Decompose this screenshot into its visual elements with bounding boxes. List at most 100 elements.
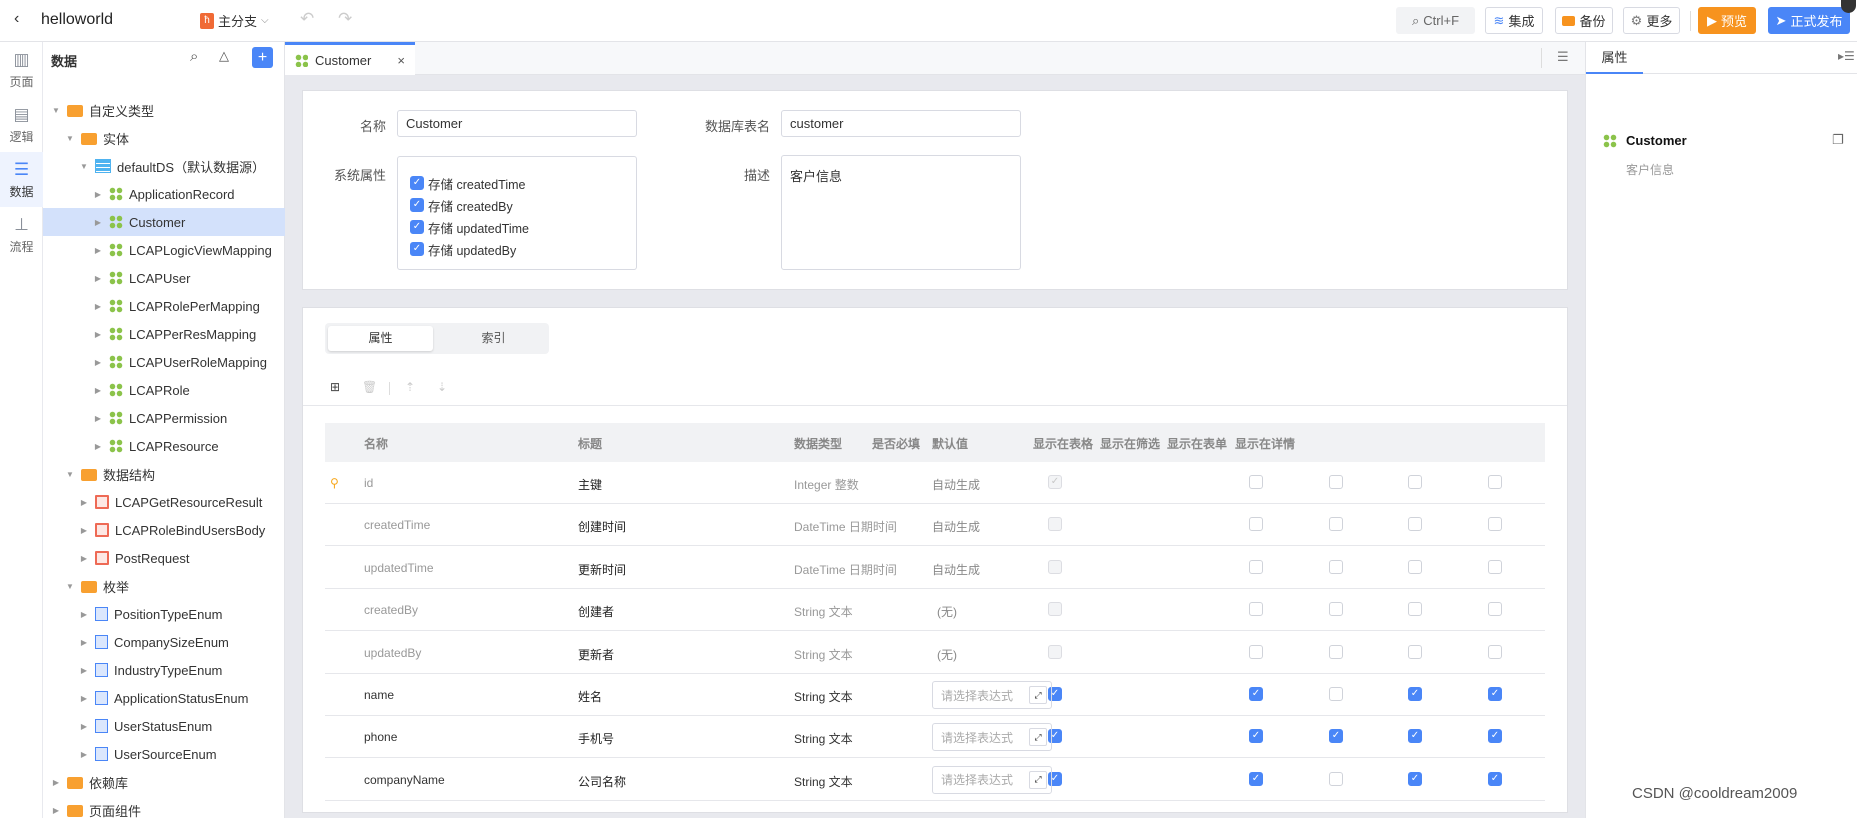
show-in-filter-checkbox[interactable]: ✓ xyxy=(1329,729,1343,744)
tree-item[interactable]: ▶ LCAPGetResourceResult xyxy=(43,488,285,516)
tree-item[interactable]: ▼ defaultDS（默认数据源） xyxy=(43,152,285,180)
relation-icon[interactable]: △ xyxy=(219,48,229,64)
show-in-table-checkbox[interactable] xyxy=(1249,559,1263,574)
show-in-detail-checkbox[interactable] xyxy=(1488,644,1502,659)
description-textarea[interactable]: 客户信息 xyxy=(781,155,1021,270)
show-in-detail-checkbox[interactable] xyxy=(1488,602,1502,617)
tree-item[interactable]: ▶ PositionTypeEnum xyxy=(43,600,285,628)
system-prop-checkbox[interactable]: ✓ 存储 updatedTime xyxy=(410,216,636,238)
preview-button[interactable]: ▶ 预览 xyxy=(1698,7,1756,34)
tree-item[interactable]: ▶ LCAPPerResMapping xyxy=(43,320,285,348)
caret-right-icon[interactable]: ▶ xyxy=(79,554,89,563)
show-in-filter-checkbox[interactable] xyxy=(1329,644,1343,659)
caret-right-icon[interactable]: ▶ xyxy=(93,358,103,367)
tree-item[interactable]: ▶ LCAPPermission xyxy=(43,404,285,432)
system-prop-checkbox[interactable]: ✓ 存储 updatedBy xyxy=(410,238,636,260)
table-name-input[interactable]: customer xyxy=(781,110,1021,137)
tree-item[interactable]: ▶ LCAPRole xyxy=(43,376,285,404)
subtab-index[interactable]: 索引 xyxy=(441,326,546,351)
rail-item-2[interactable]: ☰ 数据 xyxy=(0,152,43,207)
caret-right-icon[interactable]: ▶ xyxy=(79,638,89,647)
publish-button[interactable]: ➤ 正式发布 xyxy=(1768,7,1850,34)
tree-item[interactable]: ▼ 数据结构 xyxy=(43,460,285,488)
caret-right-icon[interactable]: ▶ xyxy=(93,190,103,199)
caret-right-icon[interactable]: ▶ xyxy=(79,526,89,535)
show-in-filter-checkbox[interactable] xyxy=(1329,559,1343,574)
show-in-table-checkbox[interactable]: ✓ xyxy=(1249,687,1263,701)
caret-right-icon[interactable]: ▶ xyxy=(79,722,89,731)
expand-icon[interactable]: ⤢ xyxy=(1029,686,1047,704)
show-in-table-checkbox[interactable] xyxy=(1249,644,1263,659)
expand-icon[interactable]: ⤢ xyxy=(1029,770,1047,789)
table-row[interactable]: ⚲ id 主键 Integer 整数 ✓ 自动生成 xyxy=(325,462,1545,504)
caret-right-icon[interactable]: ▶ xyxy=(51,778,61,787)
branch-selector[interactable]: ћ 主分支 ⌵ xyxy=(200,11,269,30)
integrate-button[interactable]: ≋ 集成 xyxy=(1485,7,1543,34)
caret-right-icon[interactable]: ▶ xyxy=(79,498,89,507)
caret-down-icon[interactable]: ▼ xyxy=(65,582,75,591)
default-expression-input[interactable]: 请选择表达式 ⤢ xyxy=(932,723,1052,752)
table-row[interactable]: companyName 公司名称 String 文本 ✓ 请选择表达式 ⤢ ✓ ✓ ✓ xyxy=(325,759,1545,801)
subtab-properties[interactable]: 属性 xyxy=(328,326,433,351)
caret-down-icon[interactable]: ▼ xyxy=(65,470,75,479)
show-in-form-checkbox[interactable] xyxy=(1408,602,1422,617)
undo-icon[interactable]: ↶ xyxy=(300,9,314,29)
checkbox-checked[interactable]: ✓ xyxy=(410,176,424,190)
show-in-form-checkbox[interactable] xyxy=(1408,517,1422,532)
show-in-detail-checkbox[interactable]: ✓ xyxy=(1488,687,1502,701)
tree-item[interactable]: ▶ UserSourceEnum xyxy=(43,740,285,768)
show-in-form-checkbox[interactable] xyxy=(1408,644,1422,659)
search-button[interactable]: ⌕ Ctrl+F xyxy=(1396,7,1475,34)
tree-item[interactable]: ▶ LCAPUser xyxy=(43,264,285,292)
show-in-table-checkbox[interactable] xyxy=(1249,602,1263,617)
checkbox-checked[interactable]: ✓ xyxy=(410,220,424,234)
table-row[interactable]: updatedTime 更新时间 DateTime 日期时间 自动生成 xyxy=(325,547,1545,589)
show-in-detail-checkbox[interactable] xyxy=(1488,517,1502,532)
caret-right-icon[interactable]: ▶ xyxy=(79,750,89,759)
show-in-detail-checkbox[interactable]: ✓ xyxy=(1488,729,1502,744)
checkbox-checked[interactable]: ✓ xyxy=(410,242,424,256)
show-in-filter-checkbox[interactable] xyxy=(1329,475,1343,489)
caret-right-icon[interactable]: ▶ xyxy=(79,694,89,703)
caret-right-icon[interactable]: ▶ xyxy=(93,246,103,255)
table-row[interactable]: phone 手机号 String 文本 ✓ 请选择表达式 ⤢ ✓ ✓ ✓ ✓ xyxy=(325,716,1545,759)
more-button[interactable]: ⚙ 更多 xyxy=(1623,7,1680,34)
show-in-table-checkbox[interactable]: ✓ xyxy=(1249,771,1263,786)
list-icon[interactable]: ☰ xyxy=(1557,49,1569,65)
backup-button[interactable]: 备份 xyxy=(1555,7,1613,34)
tree-item[interactable]: ▶ LCAPRoleBindUsersBody xyxy=(43,516,285,544)
tree-item[interactable]: ▶ CompanySizeEnum xyxy=(43,628,285,656)
add-button[interactable]: + xyxy=(252,47,273,68)
caret-right-icon[interactable]: ▶ xyxy=(79,610,89,619)
show-in-form-checkbox[interactable]: ✓ xyxy=(1408,729,1422,744)
caret-right-icon[interactable]: ▶ xyxy=(93,442,103,451)
default-expression-input[interactable]: 请选择表达式 ⤢ xyxy=(932,765,1052,794)
tree-item[interactable]: ▼ 实体 xyxy=(43,124,285,152)
caret-right-icon[interactable]: ▶ xyxy=(93,386,103,395)
move-up-icon[interactable]: ⇡ xyxy=(405,380,415,394)
tree-item[interactable]: ▶ 页面组件 xyxy=(43,796,285,824)
show-in-form-checkbox[interactable] xyxy=(1408,475,1422,489)
tree-item[interactable]: ▶ IndustryTypeEnum xyxy=(43,656,285,684)
tree-item[interactable]: ▶ 依赖库 xyxy=(43,768,285,796)
tree-item[interactable]: ▼ 枚举 xyxy=(43,572,285,600)
tree-item[interactable]: ▼ 自定义类型 xyxy=(43,96,285,124)
table-row[interactable]: name 姓名 String 文本 ✓ 请选择表达式 ⤢ ✓ ✓ ✓ xyxy=(325,674,1545,716)
tree-item[interactable]: ▶ ApplicationRecord xyxy=(43,180,285,208)
tree-item[interactable]: ▶ PostRequest xyxy=(43,544,285,572)
caret-right-icon[interactable]: ▶ xyxy=(93,302,103,311)
trash-icon[interactable]: 🗑 xyxy=(362,380,377,394)
default-expression-input[interactable]: 请选择表达式 ⤢ xyxy=(932,681,1052,709)
caret-down-icon[interactable]: ▼ xyxy=(79,162,89,171)
caret-down-icon[interactable]: ▼ xyxy=(51,106,61,115)
tree-item[interactable]: ▶ UserStatusEnum xyxy=(43,712,285,740)
show-in-form-checkbox[interactable]: ✓ xyxy=(1408,687,1422,701)
caret-right-icon[interactable]: ▶ xyxy=(93,414,103,423)
tree-item[interactable]: ▶ ApplicationStatusEnum xyxy=(43,684,285,712)
show-in-detail-checkbox[interactable] xyxy=(1488,559,1502,574)
show-in-filter-checkbox[interactable] xyxy=(1329,687,1343,701)
show-in-table-checkbox[interactable] xyxy=(1249,517,1263,532)
system-prop-checkbox[interactable]: ✓ 存储 createdBy xyxy=(410,194,636,216)
caret-right-icon[interactable]: ▶ xyxy=(93,218,103,227)
back-icon[interactable]: ‹ xyxy=(14,10,19,28)
